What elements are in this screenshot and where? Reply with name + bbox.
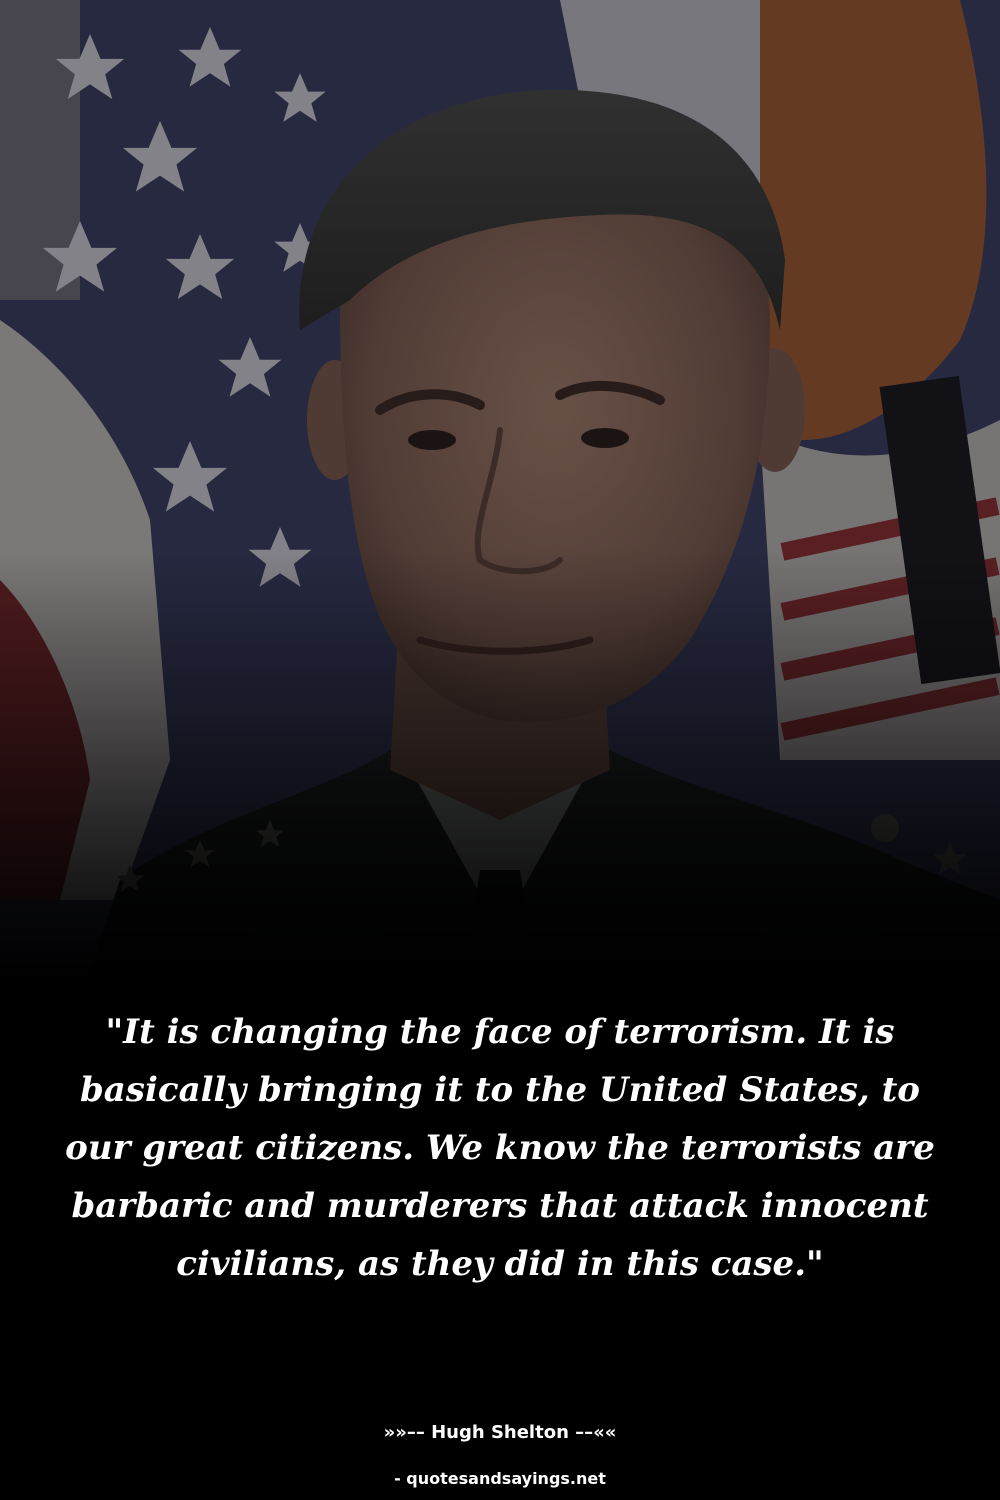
author-attribution: »»–– Hugh Shelton ––«« <box>383 1422 617 1443</box>
photo-dark-overlay <box>0 0 1000 1000</box>
quote-card: "It is changing the face of terrorism. I… <box>0 0 1000 1500</box>
source-credit: - quotesandsayings.net <box>394 1469 606 1488</box>
quote-text: "It is changing the face of terrorism. I… <box>65 1012 935 1284</box>
